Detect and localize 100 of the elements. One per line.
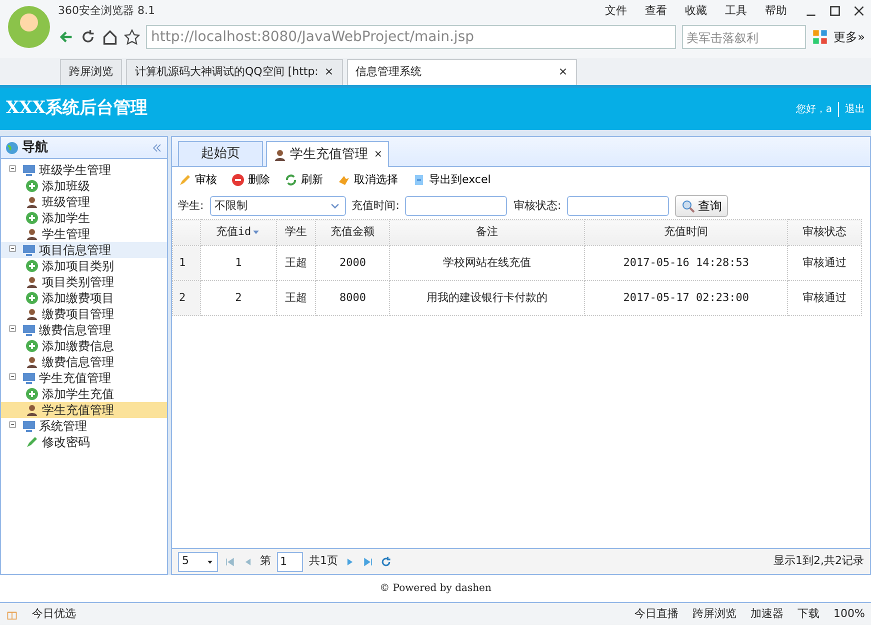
- tree-item[interactable]: 添加缴费信息: [1, 338, 167, 354]
- search-button[interactable]: 查询: [675, 195, 728, 217]
- close-icon[interactable]: [853, 5, 865, 17]
- window-title: 360安全浏览器 8.1: [58, 2, 155, 19]
- status-item[interactable]: 今日直播: [634, 606, 679, 622]
- table-cell: 1: [200, 246, 276, 280]
- plus-circle-icon: [25, 179, 39, 193]
- person-icon: [25, 307, 39, 321]
- tree-item[interactable]: 缴费信息管理: [1, 354, 167, 370]
- tree-item[interactable]: 添加项目类别: [1, 258, 167, 274]
- monitor-icon: [22, 371, 36, 385]
- tab-close-button[interactable]: ×: [374, 147, 382, 162]
- apps-icon[interactable]: [812, 29, 828, 45]
- minus-box-icon[interactable]: [9, 325, 19, 335]
- plus-circle-icon: [25, 339, 39, 353]
- home-icon[interactable]: [102, 29, 118, 45]
- toolbar-button[interactable]: 刷新: [284, 172, 323, 188]
- table-cell: 8000: [316, 280, 390, 316]
- search-field[interactable]: 美军击落叙利: [682, 25, 806, 49]
- refresh-icon[interactable]: [380, 556, 392, 568]
- tree-item[interactable]: 班级管理: [1, 194, 167, 210]
- status-link[interactable]: 今日优选: [32, 606, 76, 622]
- person-icon: [25, 227, 39, 241]
- plus-circle-icon: [25, 387, 39, 401]
- reload-icon[interactable]: [80, 29, 96, 45]
- status-item[interactable]: 下载: [798, 606, 820, 622]
- back-icon[interactable]: [58, 29, 74, 45]
- tab-close-button[interactable]: ×: [558, 64, 568, 81]
- page-summary: 显示1到2,共2记录: [774, 553, 864, 570]
- toolbar-button[interactable]: 导出到excel: [412, 172, 491, 188]
- more-menu[interactable]: 更多»: [834, 28, 865, 46]
- browser-tab[interactable]: 信息管理系统 ×: [346, 59, 577, 85]
- status-item[interactable]: 加速器: [750, 606, 784, 622]
- row-number: 2: [172, 280, 200, 316]
- toolbar-button[interactable]: 取消选择: [337, 172, 398, 188]
- student-select[interactable]: 不限制: [210, 196, 346, 216]
- greeting: 您好，a: [796, 102, 832, 116]
- menu-item[interactable]: 文件: [605, 2, 627, 20]
- star-icon[interactable]: [124, 29, 140, 45]
- table-cell: 王超: [276, 246, 316, 280]
- menu-item[interactable]: 工具: [725, 2, 747, 20]
- tree-node[interactable]: 项目信息管理: [1, 242, 167, 258]
- tree-node[interactable]: 班级学生管理: [1, 162, 167, 178]
- tree-item[interactable]: 添加班级: [1, 178, 167, 194]
- table-cell: 学校网站在线充值: [390, 246, 585, 280]
- table-cell: 2017-05-16 14:28:53: [584, 246, 788, 280]
- plus-circle-icon: [25, 211, 39, 225]
- filter-input[interactable]: [567, 196, 670, 216]
- tree-item[interactable]: 学生管理: [1, 226, 167, 242]
- tree-item[interactable]: 学生充值管理: [1, 402, 167, 418]
- collapse-icon[interactable]: [151, 142, 163, 154]
- column-header[interactable]: 充值金额: [316, 220, 390, 246]
- person-icon: [25, 195, 39, 209]
- toolbar-button[interactable]: 删除: [231, 172, 270, 188]
- tree-node[interactable]: 系统管理: [1, 418, 167, 434]
- minus-box-icon[interactable]: [9, 165, 19, 175]
- monitor-icon: [22, 243, 36, 257]
- minus-box-icon[interactable]: [9, 373, 19, 383]
- page-count: 共1页: [309, 553, 338, 570]
- tree-item[interactable]: 项目类别管理: [1, 274, 167, 290]
- menu-item[interactable]: 查看: [645, 2, 667, 20]
- pencil-icon: [25, 435, 39, 449]
- menu-item[interactable]: 帮助: [765, 2, 787, 20]
- minus-box-icon[interactable]: [9, 245, 19, 255]
- address-field[interactable]: http://localhost:8080/JavaWebProject/main.jsp: [146, 25, 676, 49]
- page-input[interactable]: 1: [277, 552, 303, 572]
- page-tab[interactable]: 学生充值管理 ×: [266, 141, 390, 167]
- tree-item[interactable]: 缴费项目管理: [1, 306, 167, 322]
- filter-label: 审核状态:: [513, 198, 562, 214]
- menu-item[interactable]: 收藏: [685, 2, 707, 20]
- tree-item[interactable]: 添加缴费项目: [1, 290, 167, 306]
- tree-node[interactable]: 学生充值管理: [1, 370, 167, 386]
- zoom-level[interactable]: 100%: [834, 606, 865, 622]
- filter-label: 学生:: [178, 198, 204, 214]
- tab-close-button[interactable]: ×: [324, 64, 334, 81]
- last-page-icon[interactable]: [362, 556, 374, 568]
- page-size-select[interactable]: 5: [178, 552, 218, 572]
- tree-item[interactable]: 添加学生充值: [1, 386, 167, 402]
- minus-box-icon[interactable]: [9, 421, 19, 431]
- column-header[interactable]: 充值id: [200, 220, 276, 246]
- toolbar-button[interactable]: 审核: [178, 172, 217, 188]
- browser-tab[interactable]: 跨屏浏览: [60, 59, 122, 85]
- first-page-icon[interactable]: [224, 556, 236, 568]
- status-item[interactable]: 跨屏浏览: [692, 606, 737, 622]
- maximize-icon[interactable]: [829, 5, 841, 17]
- tree-item[interactable]: 修改密码: [1, 434, 167, 450]
- filter-input[interactable]: [405, 196, 508, 216]
- column-header[interactable]: 充值时间: [584, 220, 788, 246]
- tree-item[interactable]: 添加学生: [1, 210, 167, 226]
- column-header[interactable]: 学生: [276, 220, 316, 246]
- tree-node[interactable]: 缴费信息管理: [1, 322, 167, 338]
- browser-tab[interactable]: 计算机源码大神调试的QQ空间 [http: ×: [126, 59, 343, 85]
- minus-circle-icon: [231, 173, 245, 187]
- pencil-icon: [178, 173, 192, 187]
- person-icon: [25, 403, 39, 417]
- column-header[interactable]: 审核状态: [787, 220, 862, 246]
- table-cell: 用我的建设银行卡付款的: [390, 280, 585, 316]
- refresh-icon: [284, 173, 298, 187]
- column-header[interactable]: 备注: [390, 220, 585, 246]
- page-tab[interactable]: 起始页: [178, 141, 263, 166]
